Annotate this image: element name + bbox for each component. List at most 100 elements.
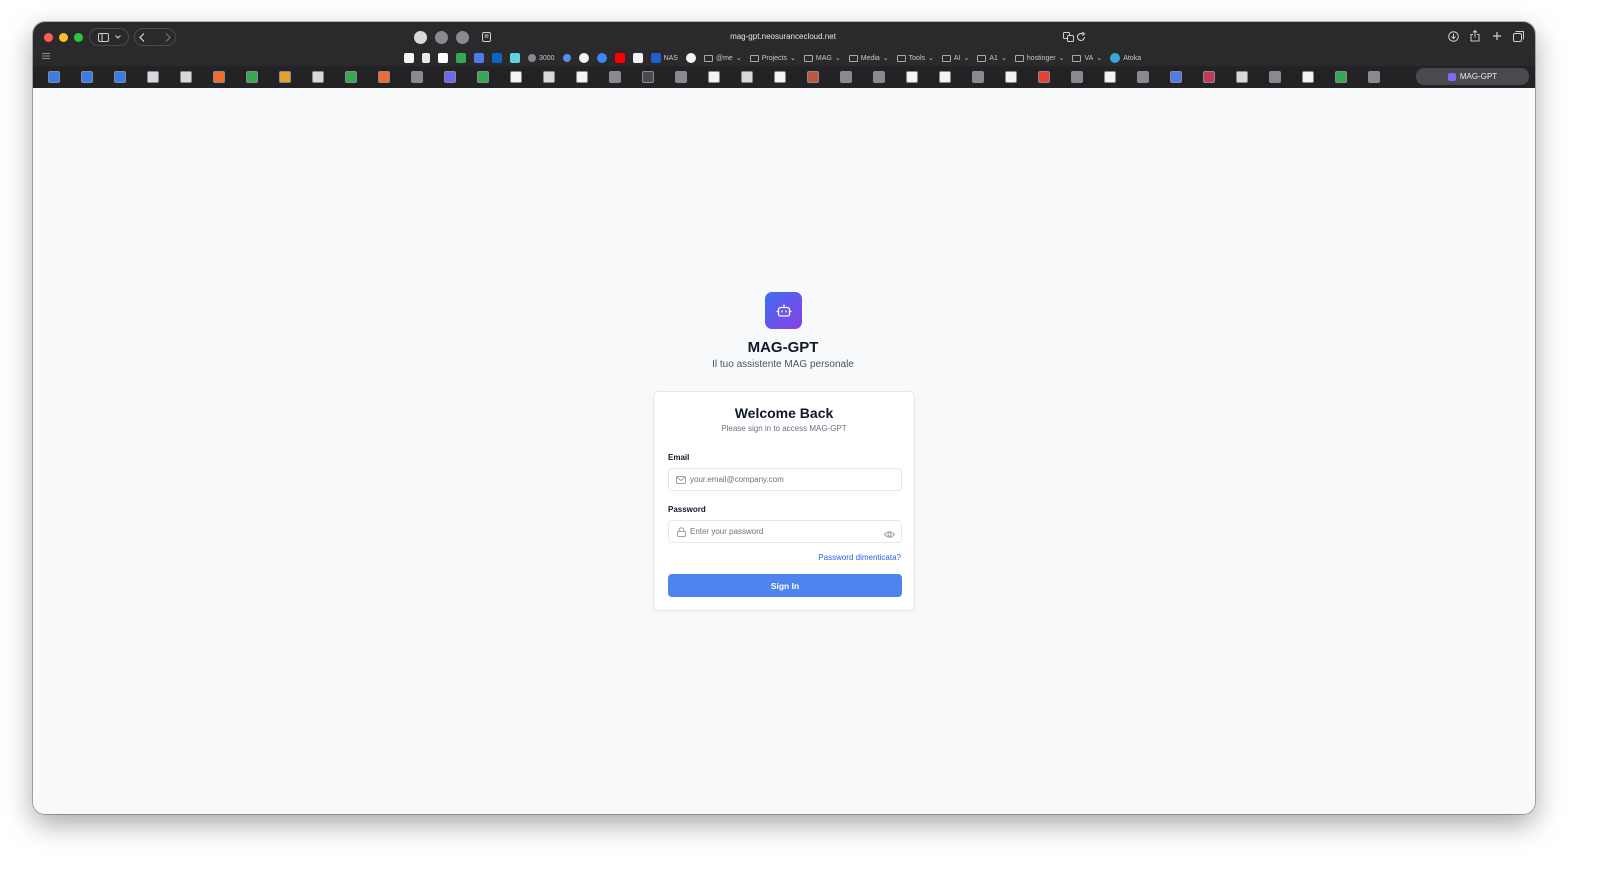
bookmark-3000[interactable]: 3000 bbox=[528, 54, 555, 62]
add-extension-icon[interactable] bbox=[456, 31, 469, 44]
bookmark-folder-mag[interactable]: MAG ⌄ bbox=[803, 54, 841, 62]
pinned-tab-favicon-icon[interactable] bbox=[807, 71, 819, 83]
bookmark-folder-a1[interactable]: A1 ⌄ bbox=[977, 54, 1007, 62]
bookmark-favicon-icon[interactable] bbox=[632, 53, 643, 63]
zoom-window-button[interactable] bbox=[74, 33, 83, 42]
bookmark-folder-ai[interactable]: AI ⌄ bbox=[941, 54, 969, 62]
password-input[interactable] bbox=[690, 527, 870, 536]
pinned-tab-favicon-icon[interactable] bbox=[741, 71, 753, 83]
chevron-down-icon: ⌄ bbox=[790, 55, 796, 62]
bookmark-label: 3000 bbox=[539, 54, 555, 62]
pinned-tab-favicon-icon[interactable] bbox=[708, 71, 720, 83]
pinned-tab-favicon-icon[interactable] bbox=[543, 71, 555, 83]
bookmark-label: Atoka bbox=[1123, 54, 1142, 62]
pinned-tab-favicon-icon[interactable] bbox=[1071, 71, 1083, 83]
pinned-tab-favicon-icon[interactable] bbox=[1038, 71, 1050, 83]
minimize-window-button[interactable] bbox=[59, 33, 68, 42]
share-icon[interactable] bbox=[1470, 30, 1480, 42]
pinned-tab-favicon-icon[interactable] bbox=[510, 71, 522, 83]
bookmark-folder-projects[interactable]: Projects ⌄ bbox=[749, 54, 796, 62]
menu-icon[interactable] bbox=[42, 53, 50, 59]
pinned-tab-favicon-icon[interactable] bbox=[1104, 71, 1116, 83]
pinned-tab-favicon-icon[interactable] bbox=[1368, 71, 1380, 83]
pinned-tab-favicon-icon[interactable] bbox=[1269, 71, 1281, 83]
pinned-tab-favicon-icon[interactable] bbox=[1236, 71, 1248, 83]
pinned-tab-favicon-icon[interactable] bbox=[972, 71, 984, 83]
pinned-tab-favicon-icon[interactable] bbox=[213, 71, 225, 83]
reload-icon[interactable] bbox=[1077, 32, 1086, 42]
pinned-tab-favicon-icon[interactable] bbox=[444, 71, 456, 83]
forward-arrow-icon[interactable] bbox=[165, 32, 171, 42]
bookmark-nas[interactable]: NAS bbox=[650, 53, 678, 63]
email-field[interactable] bbox=[668, 468, 902, 491]
pinned-tab-favicon-icon[interactable] bbox=[1203, 71, 1215, 83]
pinned-tab-favicon-icon[interactable] bbox=[906, 71, 918, 83]
bookmark-favicon-icon[interactable] bbox=[404, 53, 414, 63]
pinned-tab-favicon-icon[interactable] bbox=[642, 71, 654, 83]
pinned-tab-favicon-icon[interactable] bbox=[279, 71, 291, 83]
bookmark-favicon-icon[interactable] bbox=[685, 53, 696, 63]
extension-icon[interactable] bbox=[435, 31, 448, 44]
pinned-tab-favicon-icon[interactable] bbox=[48, 71, 60, 83]
pinned-tab-favicon-icon[interactable] bbox=[345, 71, 357, 83]
pinned-tab-favicon-icon[interactable] bbox=[378, 71, 390, 83]
pinned-tab-favicon-icon[interactable] bbox=[1137, 71, 1149, 83]
window-controls bbox=[44, 33, 83, 42]
bookmark-favicon-icon[interactable] bbox=[422, 53, 430, 63]
bookmark-favicon-icon[interactable] bbox=[596, 53, 607, 63]
bookmark-favicon-icon[interactable] bbox=[492, 53, 502, 63]
bookmark-favicon-icon[interactable] bbox=[474, 53, 484, 63]
pinned-tab-favicon-icon[interactable] bbox=[576, 71, 588, 83]
bookmark-favicon-icon[interactable] bbox=[438, 53, 448, 63]
bookmark-atoka[interactable]: Atoka bbox=[1110, 53, 1141, 63]
close-window-button[interactable] bbox=[44, 33, 53, 42]
reader-mode-icon[interactable] bbox=[482, 32, 491, 42]
app-title: MAG-GPT bbox=[747, 339, 819, 356]
back-arrow-icon[interactable] bbox=[139, 32, 145, 42]
eye-icon[interactable] bbox=[883, 527, 896, 538]
new-tab-icon[interactable] bbox=[1492, 31, 1502, 41]
pinned-tab-favicon-icon[interactable] bbox=[180, 71, 192, 83]
pinned-tab-favicon-icon[interactable] bbox=[246, 71, 258, 83]
email-label: Email bbox=[668, 453, 690, 462]
bookmark-folder-tools[interactable]: Tools ⌄ bbox=[896, 54, 934, 62]
pinned-tab-favicon-icon[interactable] bbox=[147, 71, 159, 83]
pinned-tab-favicon-icon[interactable] bbox=[114, 71, 126, 83]
pinned-tab-favicon-icon[interactable] bbox=[1005, 71, 1017, 83]
login-card: Welcome Back Please sign in to access MA… bbox=[653, 391, 915, 611]
pinned-tab-favicon-icon[interactable] bbox=[477, 71, 489, 83]
pinned-tab-favicon-icon[interactable] bbox=[873, 71, 885, 83]
pinned-tab-favicon-icon[interactable] bbox=[675, 71, 687, 83]
bookmark-folder-va[interactable]: VA ⌄ bbox=[1072, 54, 1102, 62]
pinned-tab-favicon-icon[interactable] bbox=[840, 71, 852, 83]
bookmark-favicon-icon[interactable] bbox=[456, 53, 466, 63]
address-bar[interactable]: mag-gpt.neosurancecloud.net bbox=[673, 32, 893, 42]
bookmark-folder-me[interactable]: @me ⌄ bbox=[703, 54, 742, 62]
bookmark-folder-media[interactable]: Media ⌄ bbox=[848, 54, 889, 62]
password-field[interactable] bbox=[668, 520, 902, 543]
tab-mag-gpt[interactable]: MAG-GPT bbox=[1416, 68, 1529, 85]
pinned-tab-favicon-icon[interactable] bbox=[939, 71, 951, 83]
pinned-tab-favicon-icon[interactable] bbox=[609, 71, 621, 83]
bookmark-favicon-icon[interactable] bbox=[510, 53, 520, 63]
downloads-icon[interactable] bbox=[1448, 31, 1459, 42]
pinned-tab-favicon-icon[interactable] bbox=[774, 71, 786, 83]
profile-icon[interactable] bbox=[414, 31, 427, 44]
forgot-password-link[interactable]: Password dimenticata? bbox=[818, 553, 901, 562]
pinned-tab-favicon-icon[interactable] bbox=[411, 71, 423, 83]
translate-icon[interactable] bbox=[1063, 32, 1074, 42]
pinned-tab-favicon-icon[interactable] bbox=[312, 71, 324, 83]
pinned-tab-favicon-icon[interactable] bbox=[1302, 71, 1314, 83]
pinned-tab-favicon-icon[interactable] bbox=[81, 71, 93, 83]
pinned-tab-favicon-icon[interactable] bbox=[1335, 71, 1347, 83]
tab-overview-icon[interactable] bbox=[1513, 31, 1524, 42]
youtube-icon[interactable] bbox=[614, 53, 625, 63]
pinned-tab-favicon-icon[interactable] bbox=[1170, 71, 1182, 83]
bookmark-favicon-icon[interactable] bbox=[562, 54, 571, 62]
bookmark-folder-hostinger[interactable]: hostinger ⌄ bbox=[1014, 54, 1064, 62]
sidebar-toggle-button[interactable] bbox=[89, 28, 129, 46]
chevron-down-icon bbox=[114, 35, 121, 39]
sign-in-button[interactable]: Sign In bbox=[668, 574, 902, 597]
email-input[interactable] bbox=[690, 475, 870, 484]
bookmark-favicon-icon[interactable] bbox=[578, 53, 589, 63]
